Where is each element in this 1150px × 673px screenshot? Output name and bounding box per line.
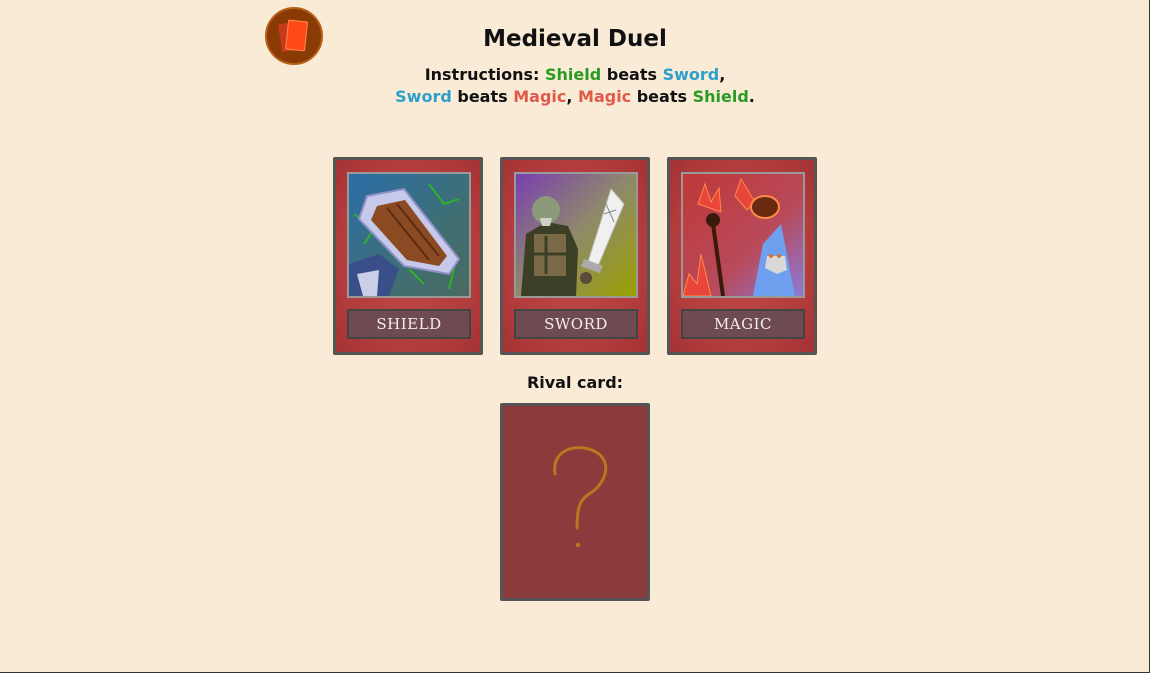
instruction-word-plain: beats xyxy=(451,87,514,106)
card-label-magic: MAGIC xyxy=(681,309,805,339)
instruction-word-shield: Shield xyxy=(692,87,749,106)
instruction-word-shield: Shield xyxy=(544,65,602,84)
card-sword[interactable]: SWORD xyxy=(500,157,650,355)
rival-card-label: Rival card: xyxy=(526,373,624,392)
sword-icon xyxy=(514,172,638,298)
rival-card xyxy=(500,403,650,601)
card-label-shield: SHIELD xyxy=(347,309,471,339)
instruction-word-plain: . xyxy=(748,87,755,106)
page-title: Medieval Duel xyxy=(483,26,667,52)
shield-icon xyxy=(347,172,471,298)
card-label-sword: SWORD xyxy=(514,309,638,339)
instructions-line-2: Sword beats Magic, Magic beats Shield. xyxy=(0,86,1150,108)
instruction-word-plain: , xyxy=(566,87,579,106)
instruction-word-sword: Sword xyxy=(662,65,720,84)
instructions-prefix: Instructions: xyxy=(424,65,540,84)
instruction-word-plain: , xyxy=(719,65,726,84)
instruction-word-magic: Magic xyxy=(578,87,632,106)
instruction-word-magic: Magic xyxy=(513,87,567,106)
card-shield[interactable]: SHIELD xyxy=(333,157,483,355)
instruction-word-sword: Sword xyxy=(395,87,452,106)
magic-icon xyxy=(681,172,805,298)
instructions-line-1-text: Shield beats Sword, xyxy=(545,65,725,84)
instruction-word-plain: beats xyxy=(631,87,693,106)
question-mark-icon xyxy=(553,446,608,548)
instruction-word-plain: beats xyxy=(601,65,663,84)
instructions: Instructions: Shield beats Sword, Sword … xyxy=(0,64,1150,108)
instructions-line-1: Instructions: Shield beats Sword, xyxy=(0,64,1150,86)
card-magic[interactable]: MAGIC xyxy=(667,157,817,355)
